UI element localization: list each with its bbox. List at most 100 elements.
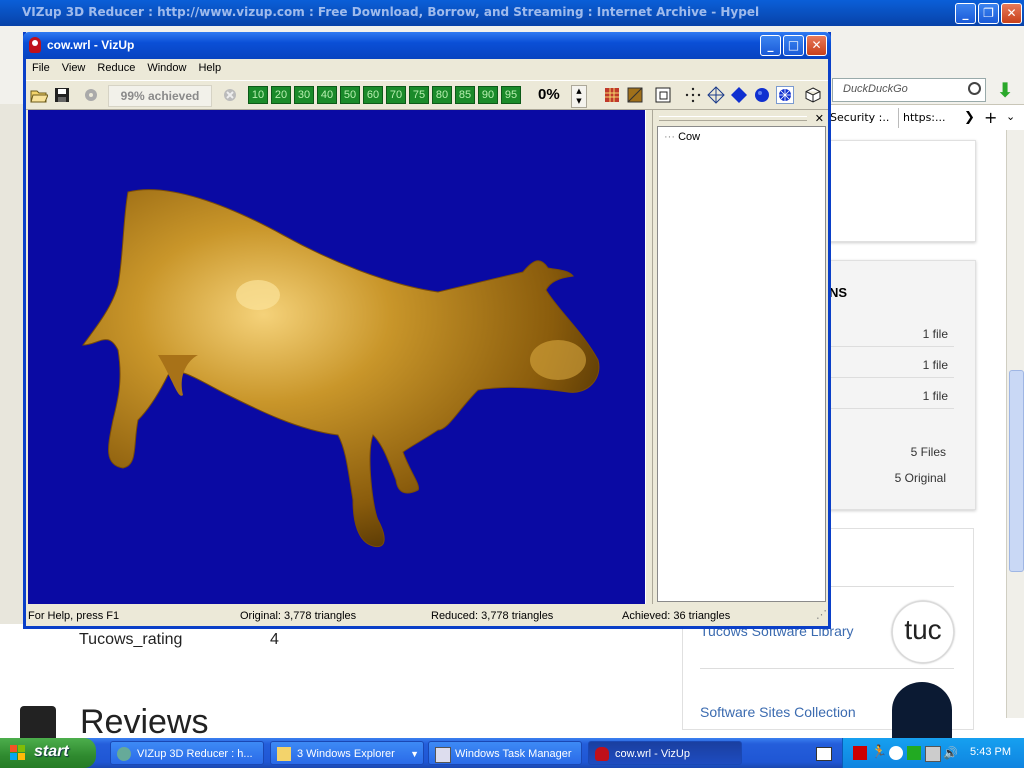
group-dropdown-icon[interactable]: ▼: [410, 742, 419, 764]
file-count[interactable]: 1 file: [900, 389, 948, 403]
vizup-title-bar[interactable]: cow.wrl - VizUp _ □ ✕: [23, 32, 831, 59]
percent-40-button[interactable]: 40: [317, 86, 337, 104]
start-label: start: [34, 743, 69, 760]
percent-30-button[interactable]: 30: [294, 86, 314, 104]
info-card: [828, 140, 976, 242]
cow-model: [81, 189, 600, 548]
tucows-rating-value: 4: [270, 631, 279, 648]
status-original: Original: 3,778 triangles: [240, 610, 357, 622]
reviews-heading: Reviews: [80, 703, 209, 738]
minimize-button[interactable]: _: [760, 35, 781, 56]
search-icon[interactable]: [968, 82, 981, 95]
open-folder-icon[interactable]: [30, 86, 49, 104]
percent-10-button[interactable]: 10: [248, 86, 268, 104]
close-button[interactable]: ✕: [1001, 3, 1022, 24]
settings-gear-icon[interactable]: [82, 86, 100, 104]
menu-view[interactable]: View: [56, 59, 92, 78]
file-count[interactable]: 1 file: [900, 327, 948, 341]
scrollbar-thumb[interactable]: [1009, 370, 1024, 572]
windows-logo-icon: [10, 745, 26, 761]
system-clock[interactable]: 5:43 PM: [970, 746, 1011, 758]
percent-85-button[interactable]: 85: [455, 86, 475, 104]
security-lock-icon[interactable]: [853, 746, 867, 760]
menu-reduce[interactable]: Reduce: [91, 59, 141, 78]
file-count[interactable]: 1 file: [900, 358, 948, 372]
save-disk-icon[interactable]: [53, 86, 71, 104]
panel-close-icon[interactable]: ✕: [815, 112, 824, 125]
row-divider: [700, 668, 954, 669]
browser-scrollbar[interactable]: [1006, 130, 1024, 718]
vertices-icon[interactable]: [684, 86, 702, 104]
panel-splitter[interactable]: [645, 110, 653, 604]
status-reduced: Reduced: 3,778 triangles: [431, 610, 554, 622]
status-achieved: Achieved: 36 triangles: [622, 610, 731, 622]
percent-20-button[interactable]: 20: [271, 86, 291, 104]
smooth-shaded-icon[interactable]: [753, 86, 771, 104]
percent-70-button[interactable]: 70: [386, 86, 406, 104]
download-arrow-icon[interactable]: ⬇: [990, 78, 1020, 102]
reviews-heading-clip: Reviews: [80, 700, 208, 738]
files-original[interactable]: 5 Original: [870, 471, 946, 485]
current-percent-value[interactable]: 0%: [538, 86, 560, 103]
wireframe-icon[interactable]: [707, 86, 725, 104]
percent-spinner[interactable]: ▲ ▼: [571, 85, 587, 108]
close-button[interactable]: ✕: [806, 35, 827, 56]
textured-mode-icon[interactable]: [776, 86, 794, 104]
task-browser[interactable]: VIZup 3D Reducer : h...: [110, 741, 264, 765]
window-frame-icon[interactable]: [654, 86, 672, 104]
tab-list-chevron-icon[interactable]: ⌄: [1006, 110, 1015, 123]
menu-file[interactable]: File: [26, 59, 56, 78]
stop-icon[interactable]: [221, 86, 239, 104]
left-edge-strip: [0, 104, 24, 624]
3d-viewport[interactable]: [28, 110, 645, 604]
percent-80-button[interactable]: 80: [432, 86, 452, 104]
browser-icon: [117, 747, 131, 761]
texture-grid-icon[interactable]: [603, 86, 621, 104]
achieved-indicator: 99% achieved: [108, 85, 212, 107]
collection-link[interactable]: Software Sites Collection: [700, 704, 856, 720]
browser-title-bar: VIZup 3D Reducer : http://www.vizup.com …: [0, 0, 1024, 26]
task-vizup[interactable]: cow.wrl - VizUp: [588, 741, 742, 765]
volume-icon[interactable]: 🔊: [943, 746, 958, 760]
tab-https[interactable]: https:...: [898, 108, 963, 128]
task-manager-icon: [435, 747, 451, 763]
status-bar: For Help, press F1 Original: 3,778 trian…: [26, 606, 828, 626]
percent-60-button[interactable]: 60: [363, 86, 383, 104]
task-windows-explorer[interactable]: 3 Windows Explorer ▼: [270, 741, 424, 765]
taskbar: start VIZup 3D Reducer : h... 3 Windows …: [0, 738, 1024, 768]
maximize-button[interactable]: □: [783, 35, 804, 56]
minimize-button[interactable]: _: [955, 3, 976, 24]
percent-50-button[interactable]: 50: [340, 86, 360, 104]
vizup-title: cow.wrl - VizUp: [47, 38, 135, 52]
restore-button[interactable]: ❐: [978, 3, 999, 24]
tab-security[interactable]: Security :...: [830, 108, 890, 128]
resize-grip-icon[interactable]: ⋰: [816, 608, 827, 621]
flat-shaded-icon[interactable]: [730, 86, 748, 104]
menu-help[interactable]: Help: [192, 59, 227, 78]
running-man-icon[interactable]: 🏃: [871, 746, 887, 760]
tree-item-cow[interactable]: ··· Cow: [664, 131, 700, 143]
monitor-icon[interactable]: [925, 746, 941, 762]
tabs-scroll-right-icon[interactable]: ❯: [964, 110, 975, 125]
software-sites-logo: [892, 682, 952, 738]
panel-grip[interactable]: [659, 116, 807, 121]
status-help: For Help, press F1: [28, 610, 120, 622]
start-button[interactable]: start: [0, 738, 96, 768]
task-task-manager[interactable]: Windows Task Manager: [428, 741, 582, 765]
browser-title: VIZup 3D Reducer : http://www.vizup.com …: [22, 5, 760, 19]
menu-window[interactable]: Window: [141, 59, 192, 78]
new-tab-plus-icon[interactable]: +: [984, 108, 997, 127]
scene-tree[interactable]: ··· Cow: [657, 126, 826, 602]
percent-75-button[interactable]: 75: [409, 86, 429, 104]
network-icon[interactable]: [907, 746, 921, 760]
search-input[interactable]: DuckDuckGo: [832, 78, 986, 102]
browser-tab-strip: Security :... https:... ❯ + ⌄: [828, 108, 1024, 130]
percent-95-button[interactable]: 95: [501, 86, 521, 104]
clock-app-icon[interactable]: [889, 746, 903, 760]
scene-tree-panel: ✕ ··· Cow: [653, 110, 828, 604]
keyboard-icon[interactable]: [816, 747, 832, 761]
files-total[interactable]: 5 Files: [880, 445, 946, 459]
percent-90-button[interactable]: 90: [478, 86, 498, 104]
cube-view-icon[interactable]: [804, 86, 822, 104]
texture-solid-icon[interactable]: [626, 86, 644, 104]
